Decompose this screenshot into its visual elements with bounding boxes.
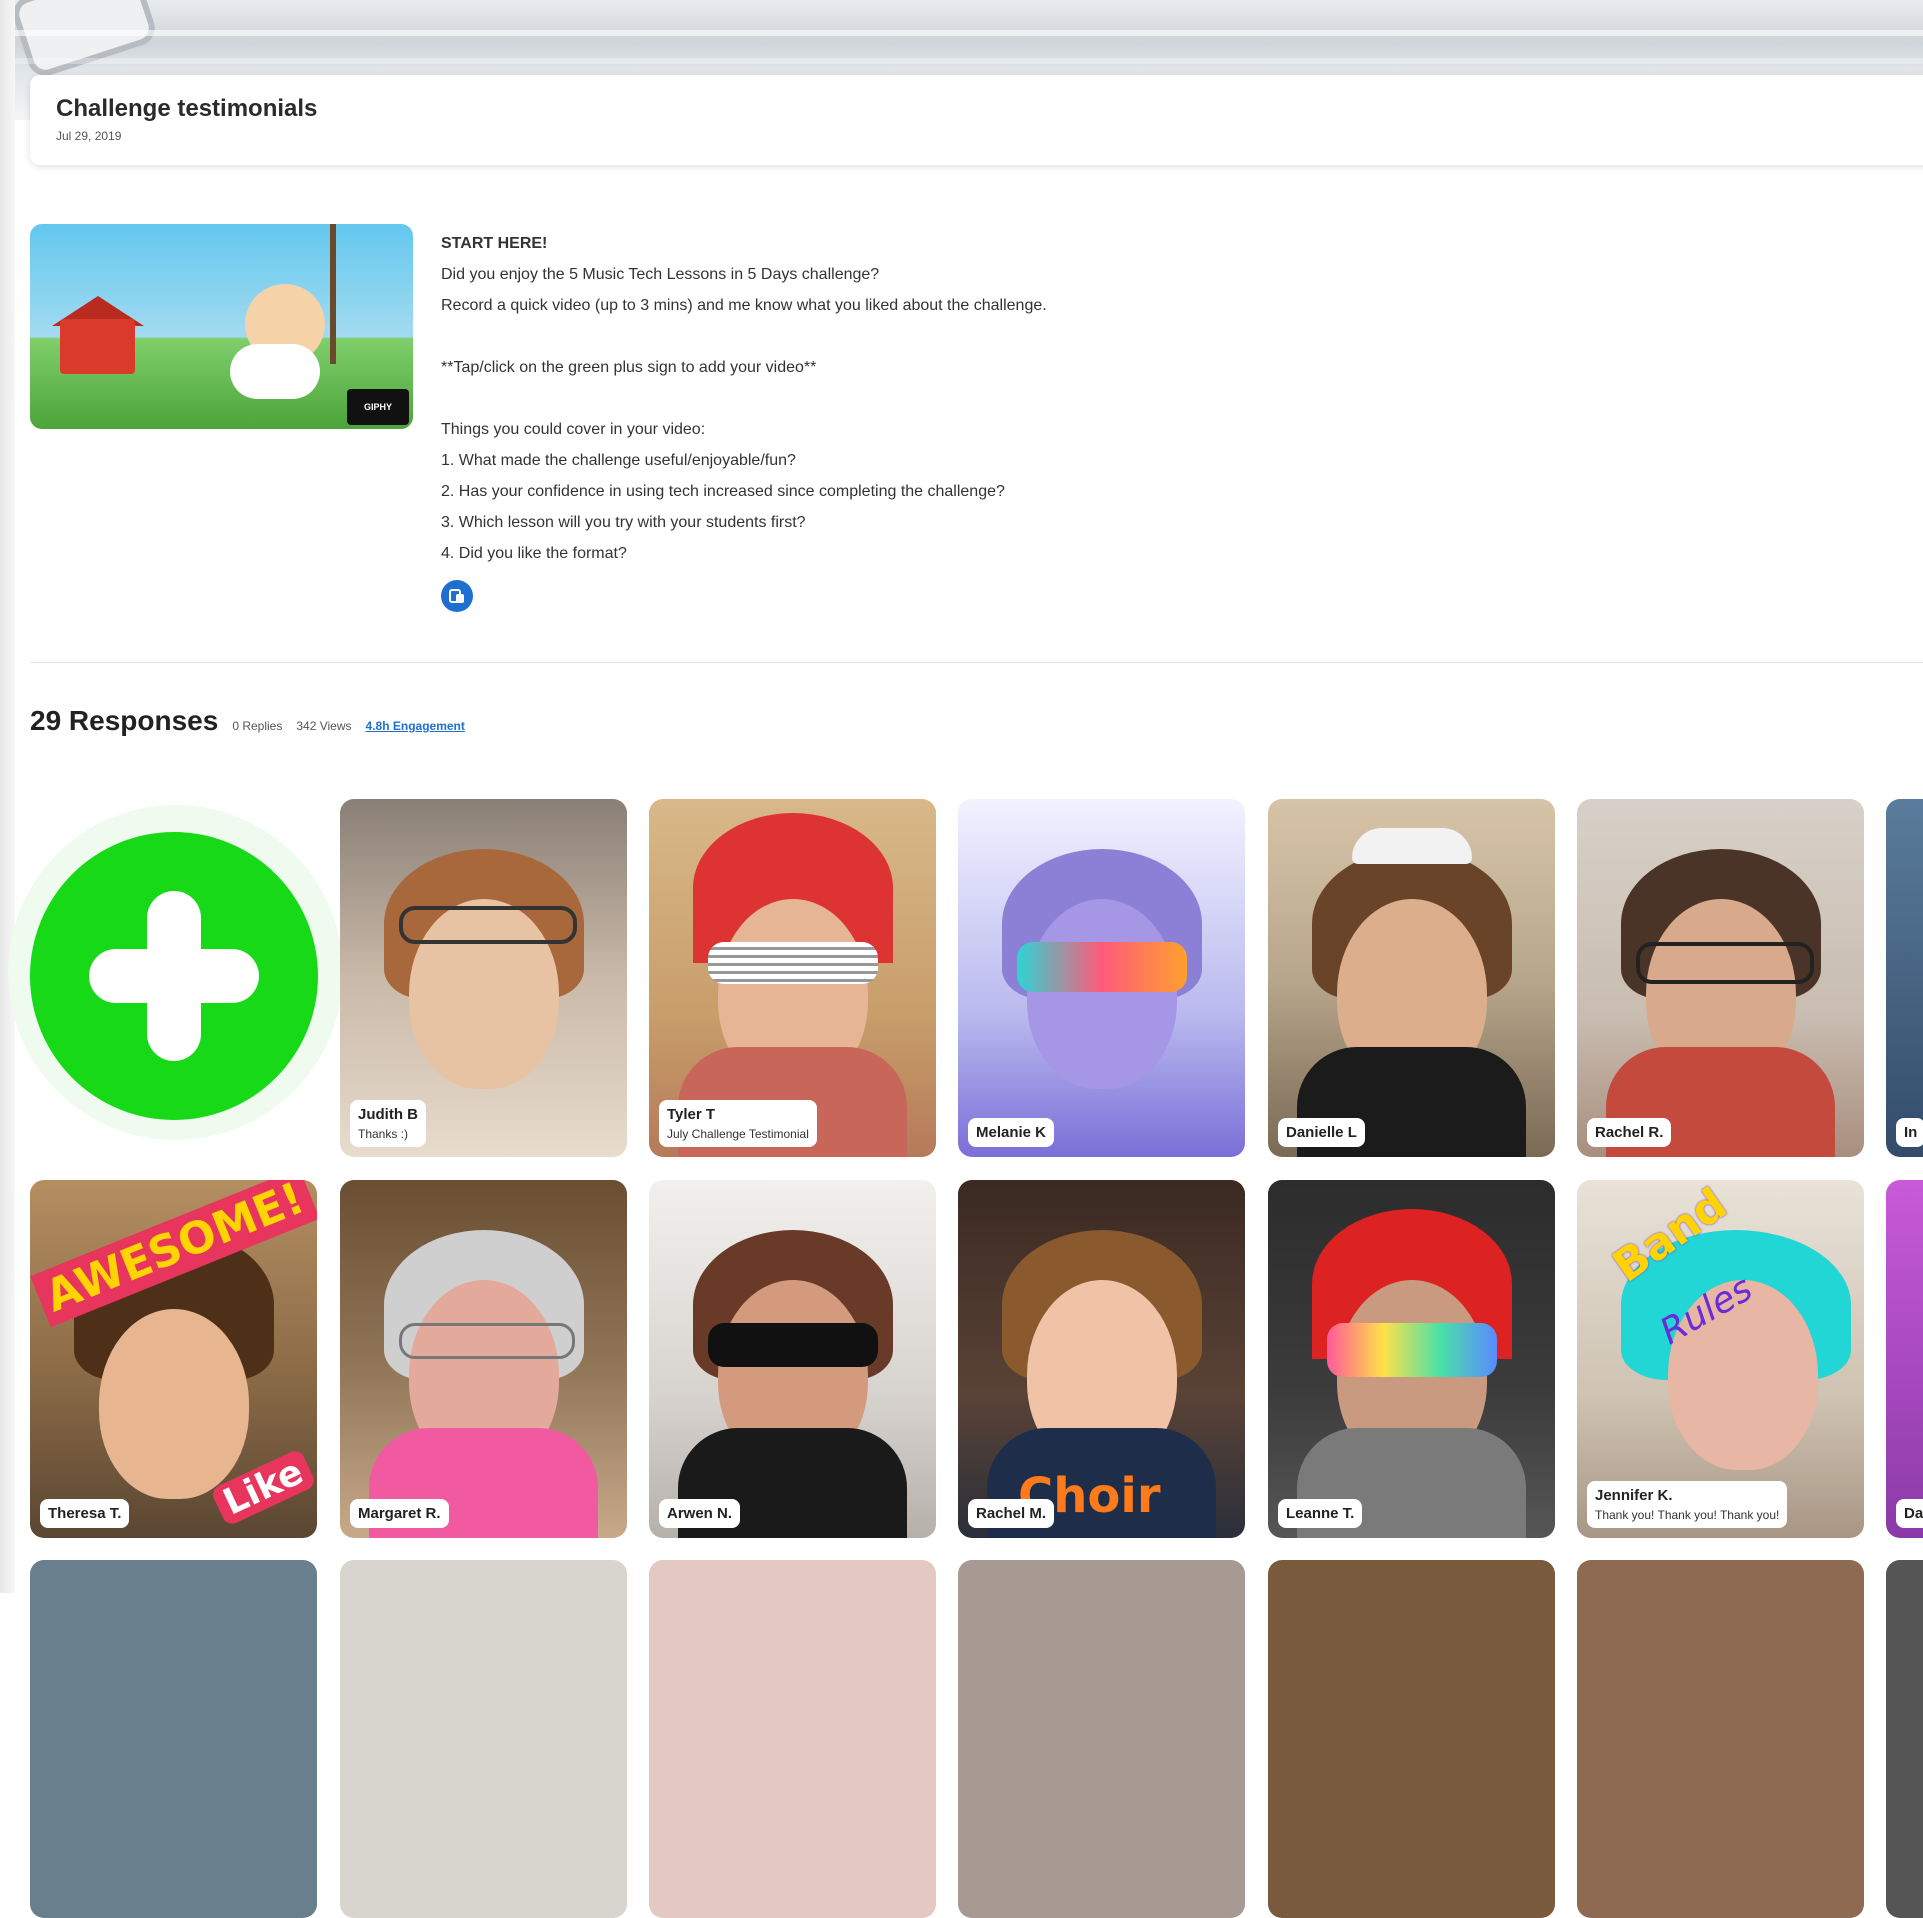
banner-streak	[0, 30, 1923, 36]
tile-author: Rachel R.	[1595, 1124, 1664, 1141]
tile-label: Judith B Thanks :)	[350, 1100, 426, 1147]
topic-title: Challenge testimonials	[56, 95, 318, 122]
response-tile[interactable]	[1577, 1560, 1864, 1918]
tile-glasses	[398, 1323, 575, 1360]
prompt-list-intro: Things you could cover in your video:	[441, 421, 706, 438]
response-tile[interactable]: In	[1886, 799, 1923, 1157]
section-divider	[30, 662, 1923, 663]
tile-caption: July Challenge Testimonial	[667, 1127, 809, 1141]
tile-glasses	[1635, 942, 1814, 985]
banner-streak	[0, 58, 1923, 64]
tile-author: Melanie K	[976, 1124, 1047, 1141]
tile-sunglasses	[707, 1323, 878, 1368]
gif-doghouse	[60, 319, 135, 374]
response-tile[interactable]: AWESOME! Like Theresa T.	[30, 1180, 317, 1538]
tile-label: Arwen N.	[659, 1499, 741, 1528]
prompt-heading: START HERE!	[441, 235, 548, 252]
tile-author: Leanne T.	[1286, 1505, 1355, 1522]
response-tile[interactable]: Arwen N.	[649, 1180, 936, 1538]
response-tile[interactable]	[30, 1560, 317, 1918]
tile-author: In	[1904, 1124, 1918, 1141]
tile-author: Margaret R.	[358, 1505, 441, 1522]
response-tile[interactable]: Choir Rachel M.	[958, 1180, 1245, 1538]
topic-header-card: Challenge testimonials Jul 29, 2019	[30, 75, 1923, 165]
tile-label: Da	[1896, 1499, 1923, 1528]
tile-label: Theresa T.	[40, 1499, 130, 1528]
views-count: 342 Views	[296, 719, 352, 733]
response-tile[interactable]: Margaret R.	[340, 1180, 627, 1538]
prompt-question: 2. Has your confidence in using tech inc…	[441, 483, 1005, 500]
left-rail	[0, 0, 15, 1593]
tile-label: Jennifer K. Thank you! Thank you! Thank …	[1587, 1481, 1788, 1528]
tile-author: Arwen N.	[667, 1505, 733, 1522]
tile-label: Rachel M.	[968, 1499, 1055, 1528]
response-tile[interactable]: Band Rules Jennifer K. Thank you! Thank …	[1577, 1180, 1864, 1538]
topic-gif[interactable]: GIPHY	[30, 224, 413, 429]
tile-author: Da	[1904, 1505, 1923, 1522]
responses-count: 29 Responses	[30, 705, 219, 736]
response-tile[interactable]	[649, 1560, 936, 1918]
topic-prompt: START HERE! Did you enjoy the 5 Music Te…	[441, 228, 1541, 569]
response-tile[interactable]: Melanie K	[958, 799, 1245, 1157]
tile-author: Jennifer K.	[1595, 1487, 1673, 1504]
tile-label: Tyler T July Challenge Testimonial	[659, 1100, 817, 1147]
response-tile[interactable]	[1886, 1560, 1923, 1918]
gif-tree	[330, 224, 406, 364]
prompt-question: 3. Which lesson will you try with your s…	[441, 514, 806, 531]
response-tile[interactable]: Leanne T.	[1268, 1180, 1555, 1538]
response-tile[interactable]: Da	[1886, 1180, 1923, 1538]
plus-icon	[89, 891, 259, 1061]
tile-label: Leanne T.	[1278, 1499, 1363, 1528]
add-response-button[interactable]	[30, 832, 318, 1120]
prompt-line: Did you enjoy the 5 Music Tech Lessons i…	[441, 266, 880, 283]
response-tile[interactable]: Danielle L	[1268, 799, 1555, 1157]
tile-tiara	[1351, 827, 1472, 864]
tile-face	[98, 1308, 249, 1499]
tile-face	[1026, 899, 1177, 1090]
engagement-link[interactable]: 4.8h Engagement	[366, 719, 465, 733]
prompt-question: 4. Did you like the format?	[441, 545, 627, 562]
giphy-badge: GIPHY	[347, 389, 409, 425]
responses-summary: 29 Responses 0 Replies 342 Views 4.8h En…	[30, 705, 465, 741]
attachment-button[interactable]	[441, 580, 473, 612]
tile-label: Melanie K	[968, 1118, 1055, 1147]
tile-author: Theresa T.	[48, 1505, 122, 1522]
tile-author: Rachel M.	[976, 1505, 1047, 1522]
response-tile[interactable]	[1268, 1560, 1555, 1918]
tile-author: Tyler T	[667, 1106, 716, 1123]
tile-author: Danielle L	[1286, 1124, 1357, 1141]
topic-date: Jul 29, 2019	[56, 129, 122, 143]
tile-sunglasses	[1016, 942, 1187, 993]
attachment-icon	[449, 589, 464, 603]
tile-label: In	[1896, 1118, 1923, 1147]
prompt-tip: **Tap/click on the green plus sign to ad…	[441, 359, 817, 376]
tile-label: Danielle L	[1278, 1118, 1365, 1147]
tile-sunglasses	[1326, 1323, 1497, 1378]
response-tile[interactable]: Tyler T July Challenge Testimonial	[649, 799, 936, 1157]
response-tile[interactable]: Rachel R.	[1577, 799, 1864, 1157]
tile-caption: Thanks :)	[358, 1127, 409, 1141]
gif-dog	[230, 344, 320, 399]
banner-decoration	[8, 0, 160, 81]
tile-label: Margaret R.	[350, 1499, 449, 1528]
prompt-question: 1. What made the challenge useful/enjoya…	[441, 452, 796, 469]
tile-glasses	[398, 906, 577, 945]
tile-shutter-glasses	[707, 942, 878, 985]
response-tile[interactable]	[340, 1560, 627, 1918]
tile-caption: Thank you! Thank you! Thank you!	[1595, 1508, 1780, 1522]
replies-count: 0 Replies	[232, 719, 283, 733]
tile-author: Judith B	[358, 1106, 418, 1123]
response-tile[interactable]: Judith B Thanks :)	[340, 799, 627, 1157]
tile-label: Rachel R.	[1587, 1118, 1672, 1147]
response-tile[interactable]	[958, 1560, 1245, 1918]
prompt-line: Record a quick video (up to 3 mins) and …	[441, 297, 1047, 314]
